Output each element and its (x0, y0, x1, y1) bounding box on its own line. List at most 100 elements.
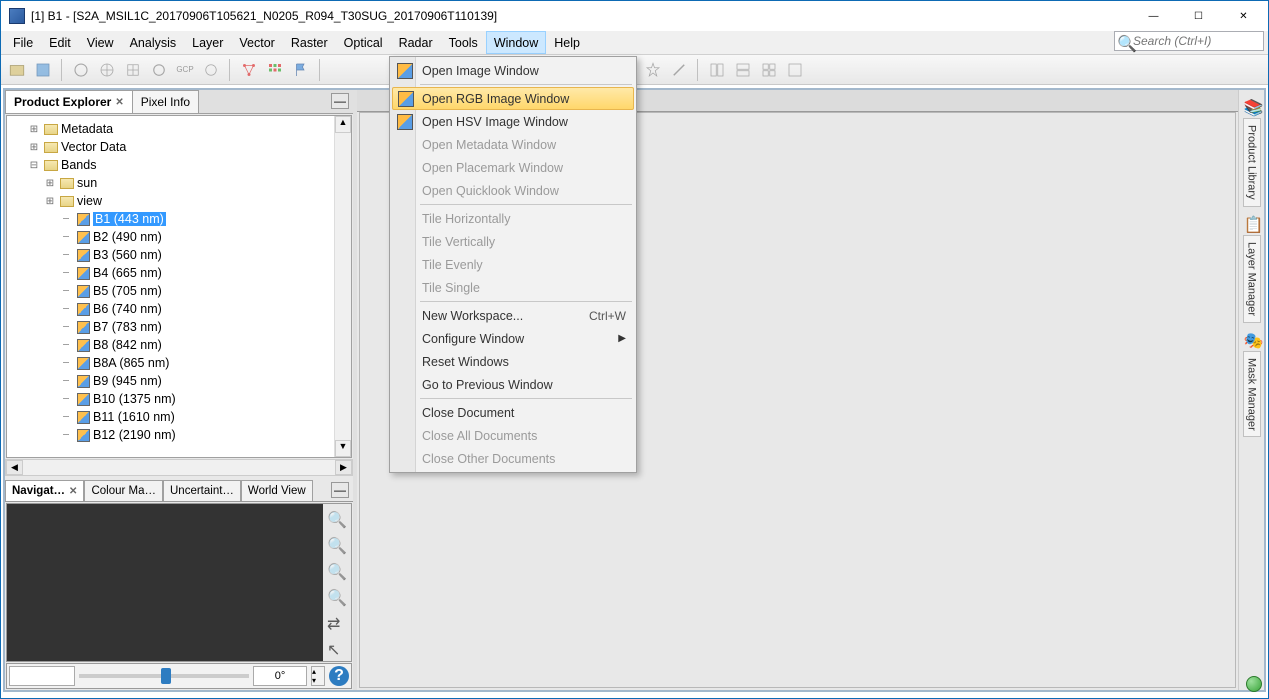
tree-node-band[interactable]: ┄B12 (2190 nm) (7, 426, 351, 444)
rotation-spinner[interactable]: ▴▾ (311, 666, 325, 686)
tree-node-band[interactable]: ┄B8 (842 nm) (7, 336, 351, 354)
menu-raster[interactable]: Raster (283, 31, 336, 54)
sync-icon[interactable]: ⇄ (327, 614, 347, 634)
menu-item-open-hsv-image-window[interactable]: Open HSV Image Window (392, 110, 634, 133)
product-library-icon[interactable]: 📚 (1244, 98, 1260, 114)
tree-node-band[interactable]: ┄B5 (705 nm) (7, 282, 351, 300)
tree-node-band[interactable]: ┄B10 (1375 nm) (7, 390, 351, 408)
zoom-value-box[interactable] (9, 666, 75, 686)
tool-circle-icon[interactable] (147, 58, 171, 82)
tree-scrollbar[interactable]: ▲ ▼ (334, 116, 351, 457)
tree-node-band[interactable]: ┄B8A (865 nm) (7, 354, 351, 372)
panel-minimize-button[interactable]: — (331, 482, 349, 498)
expand-icon[interactable]: ⊞ (43, 178, 57, 189)
panel-minimize-button[interactable]: — (331, 93, 349, 109)
tool-star-icon[interactable] (641, 58, 665, 82)
tool-tile4-icon[interactable] (783, 58, 807, 82)
tool-pixels-icon[interactable] (263, 58, 287, 82)
menu-edit[interactable]: Edit (41, 31, 79, 54)
scroll-up-icon[interactable]: ▲ (335, 116, 351, 133)
tree-node-view[interactable]: ⊞view (7, 192, 351, 210)
tab-layer-manager[interactable]: Layer Manager (1243, 235, 1261, 323)
menu-item-configure-window[interactable]: Configure Window▶ (392, 327, 634, 350)
menu-layer[interactable]: Layer (184, 31, 231, 54)
tree-node-vector-data[interactable]: ⊞Vector Data (7, 138, 351, 156)
tab-mask-manager[interactable]: Mask Manager (1243, 351, 1261, 438)
tool-wand-icon[interactable] (667, 58, 691, 82)
menu-analysis[interactable]: Analysis (122, 31, 185, 54)
tool-tile1-icon[interactable] (705, 58, 729, 82)
menu-item-open-image-window[interactable]: Open Image Window (392, 59, 634, 82)
menu-tools[interactable]: Tools (441, 31, 486, 54)
menu-item-new-workspace[interactable]: New Workspace...Ctrl+W (392, 304, 634, 327)
zoom-out-icon[interactable]: 🔍 (327, 536, 347, 556)
tool-tile2-icon[interactable] (731, 58, 755, 82)
tree-node-metadata[interactable]: ⊞Metadata (7, 120, 351, 138)
layer-manager-icon[interactable]: 📋 (1244, 215, 1260, 231)
tab-navigation[interactable]: Navigat…✕ (5, 480, 84, 501)
tree-node-bands[interactable]: ⊟Bands (7, 156, 351, 174)
tab-world-view[interactable]: World View (241, 480, 313, 501)
scroll-left-icon[interactable]: ◀ (6, 460, 23, 475)
menu-view[interactable]: View (79, 31, 122, 54)
help-icon[interactable]: ? (329, 666, 349, 686)
tree-node-band[interactable]: ┄B6 (740 nm) (7, 300, 351, 318)
zoom-actual-icon[interactable]: 🔍 (327, 588, 347, 608)
close-button[interactable]: ✕ (1221, 2, 1266, 31)
tool-flag-icon[interactable] (289, 58, 313, 82)
cursor-icon[interactable]: ↖ (327, 640, 347, 660)
tree-node-band[interactable]: ┄B9 (945 nm) (7, 372, 351, 390)
tree-node-band[interactable]: ┄B3 (560 nm) (7, 246, 351, 264)
tab-product-explorer[interactable]: Product Explorer✕ (5, 90, 133, 113)
tree-node-band[interactable]: ┄B1 (443 nm) (7, 210, 351, 228)
menu-window[interactable]: Window (486, 31, 546, 54)
tool-grid2-icon[interactable] (121, 58, 145, 82)
mask-manager-icon[interactable]: 🎭 (1244, 331, 1260, 347)
scroll-right-icon[interactable]: ▶ (335, 460, 352, 475)
tab-uncertainty[interactable]: Uncertaint… (163, 480, 241, 501)
tree-node-band[interactable]: ┄B2 (490 nm) (7, 228, 351, 246)
close-icon[interactable]: ✕ (115, 97, 123, 108)
tool-network-icon[interactable] (237, 58, 261, 82)
menu-radar[interactable]: Radar (391, 31, 441, 54)
status-globe-icon[interactable] (1246, 676, 1262, 692)
navigation-canvas[interactable] (7, 504, 323, 661)
scroll-down-icon[interactable]: ▼ (335, 440, 351, 457)
zoom-in-icon[interactable]: 🔍 (327, 510, 347, 530)
maximize-button[interactable]: ☐ (1176, 2, 1221, 31)
menu-help[interactable]: Help (546, 31, 588, 54)
tree-node-band[interactable]: ┄B4 (665 nm) (7, 264, 351, 282)
menu-item-go-to-previous-window[interactable]: Go to Previous Window (392, 373, 634, 396)
zoom-slider[interactable] (79, 674, 249, 678)
menu-item-reset-windows[interactable]: Reset Windows (392, 350, 634, 373)
product-tree[interactable]: ⊞Metadata ⊞Vector Data ⊟Bands ⊞sun ⊞view… (6, 115, 352, 458)
expand-icon[interactable]: ⊞ (43, 196, 57, 207)
rotation-box[interactable]: 0° (253, 666, 307, 686)
tool-circle2-icon[interactable] (199, 58, 223, 82)
search-input[interactable] (1133, 34, 1261, 48)
search-box[interactable]: 🔍 (1114, 31, 1264, 51)
tab-pixel-info[interactable]: Pixel Info (132, 90, 199, 113)
tree-hscroll[interactable]: ◀ ▶ (5, 459, 353, 476)
menu-vector[interactable]: Vector (231, 31, 282, 54)
zoom-fit-icon[interactable]: 🔍 (327, 562, 347, 582)
menu-optical[interactable]: Optical (336, 31, 391, 54)
tool-globe-icon[interactable] (69, 58, 93, 82)
tool-gcp-icon[interactable]: GCP (173, 58, 197, 82)
menu-item-open-rgb-image-window[interactable]: Open RGB Image Window (392, 87, 634, 110)
expand-icon[interactable]: ⊞ (27, 142, 41, 153)
tool-tile3-icon[interactable] (757, 58, 781, 82)
tool-save-icon[interactable] (31, 58, 55, 82)
tool-grid1-icon[interactable] (95, 58, 119, 82)
tree-node-band[interactable]: ┄B11 (1610 nm) (7, 408, 351, 426)
tree-node-sun[interactable]: ⊞sun (7, 174, 351, 192)
expand-icon[interactable]: ⊞ (27, 124, 41, 135)
tree-node-band[interactable]: ┄B7 (783 nm) (7, 318, 351, 336)
collapse-icon[interactable]: ⊟ (27, 160, 41, 171)
tool-open-icon[interactable] (5, 58, 29, 82)
tab-product-library[interactable]: Product Library (1243, 118, 1261, 207)
close-icon[interactable]: ✕ (69, 486, 77, 497)
minimize-button[interactable]: — (1131, 2, 1176, 31)
menu-file[interactable]: File (5, 31, 41, 54)
menu-item-close-document[interactable]: Close Document (392, 401, 634, 424)
